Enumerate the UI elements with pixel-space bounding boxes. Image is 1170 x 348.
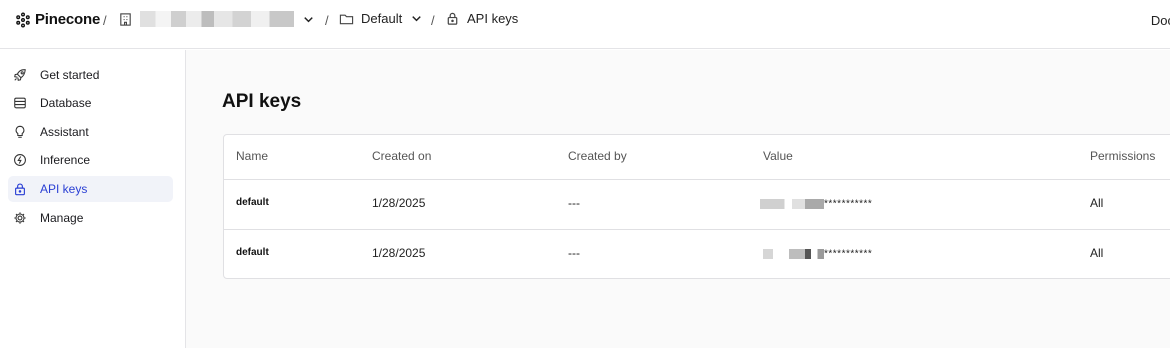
gear-icon	[13, 211, 27, 225]
sidebar-item-label: Inference	[40, 153, 91, 167]
top-bar: Pinecone / / Default / API keys Doc	[0, 0, 1170, 49]
pinecone-logo-icon	[16, 12, 30, 27]
sidebar-item-assistant[interactable]: Assistant	[8, 119, 173, 145]
building-icon	[120, 12, 131, 26]
main-content: API keys Name Created on Created by Valu…	[186, 50, 1170, 348]
pinecone-logo[interactable]: Pinecone	[15, 11, 100, 28]
sidebar-item-manage[interactable]: Manage	[8, 205, 173, 231]
inference-icon	[13, 153, 27, 167]
api-keys-table: Name Created on Created by Value Permiss…	[223, 134, 1170, 279]
key-name: default	[236, 247, 269, 258]
sidebar-item-get-started[interactable]: Get started	[8, 62, 173, 88]
breadcrumb-separator: /	[103, 13, 107, 28]
breadcrumb-separator: /	[431, 13, 435, 28]
breadcrumb-separator: /	[325, 13, 329, 28]
rocket-icon	[13, 68, 27, 82]
column-header-permissions[interactable]: Permissions	[1090, 149, 1155, 163]
key-value-masked: ***********	[824, 198, 873, 210]
sidebar-item-label: Assistant	[40, 125, 89, 139]
folder-icon	[339, 14, 354, 25]
breadcrumb-current-page: API keys	[445, 11, 518, 26]
column-header-created-on[interactable]: Created on	[372, 149, 431, 163]
lightbulb-icon	[13, 125, 27, 139]
key-permissions: All	[1090, 246, 1104, 260]
sidebar-item-label: Database	[40, 96, 92, 110]
organization-selector[interactable]	[118, 11, 316, 27]
logo-text: Pinecone	[35, 11, 101, 28]
key-value[interactable]: ***********	[760, 246, 872, 260]
column-header-value[interactable]: Value	[763, 149, 793, 163]
page-title: API keys	[222, 91, 302, 112]
docs-link[interactable]: Doc	[1151, 13, 1170, 28]
project-name: Default	[361, 11, 403, 26]
sidebar-item-label: Manage	[40, 211, 84, 225]
chevron-down-icon	[304, 16, 313, 22]
database-icon	[13, 96, 27, 110]
lock-icon	[13, 182, 27, 196]
key-permissions: All	[1090, 196, 1104, 210]
header-divider	[224, 179, 1170, 180]
project-selector[interactable]: Default	[339, 11, 424, 26]
chevron-down-icon	[412, 16, 421, 22]
organization-name-redacted	[140, 11, 294, 27]
key-value-redacted	[760, 198, 824, 209]
key-value[interactable]: ***********	[760, 196, 872, 210]
sidebar-item-inference[interactable]: Inference	[8, 147, 173, 173]
lock-icon	[447, 12, 458, 25]
key-created-on: 1/28/2025	[372, 246, 426, 260]
key-created-on: 1/28/2025	[372, 196, 426, 210]
breadcrumb-page-label: API keys	[467, 11, 519, 26]
key-value-redacted	[760, 248, 824, 259]
sidebar-item-api-keys[interactable]: API keys	[8, 176, 173, 202]
sidebar-item-label: Get started	[40, 68, 100, 82]
key-value-masked: ***********	[824, 248, 873, 260]
key-created-by: ---	[568, 196, 580, 210]
sidebar-item-database[interactable]: Database	[8, 90, 173, 116]
row-divider	[224, 229, 1170, 230]
column-header-created-by[interactable]: Created by	[568, 149, 627, 163]
sidebar: Get started Database Assistant Inference…	[0, 50, 186, 348]
column-header-name[interactable]: Name	[236, 149, 268, 163]
key-name: default	[236, 197, 269, 208]
sidebar-item-label: API keys	[40, 182, 88, 196]
key-created-by: ---	[568, 246, 580, 260]
